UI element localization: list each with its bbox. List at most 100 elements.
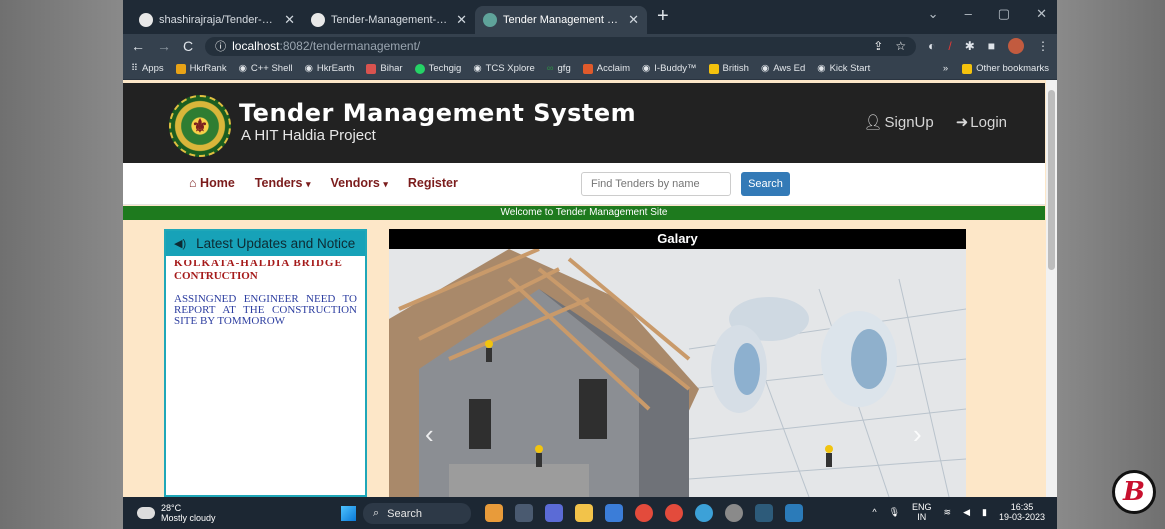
nav-vendors-dropdown[interactable]: Vendors ▾ [331, 176, 388, 190]
wifi-icon[interactable]: ≋ [944, 507, 952, 518]
profile-avatar[interactable] [1008, 38, 1024, 54]
bookmark-apps[interactable]: ⠿ Apps [131, 63, 164, 74]
tab-github-repo[interactable]: shashirajraja/Tender-Manageme ✕ [131, 6, 303, 34]
gallery-image [389, 249, 966, 497]
windows-taskbar: 28°C Mostly cloudy ⌕ Search ^ 🎙︎ ENG IN ≋ … [123, 497, 1057, 529]
notice-panel: ◀︎) Latest Updates and Notice KOLKATA-HA… [164, 229, 367, 497]
maximize-button[interactable]: ▢ [998, 6, 1010, 22]
share-icon[interactable]: ⇪ [873, 39, 883, 53]
info-icon: ⓘ [215, 41, 227, 53]
url-host: localhost [232, 39, 280, 53]
bookmark-bihar[interactable]: Bihar [366, 63, 403, 74]
settings-icon[interactable] [725, 504, 743, 522]
minimize-button[interactable]: – [965, 6, 972, 22]
tab-tender-management[interactable]: Tender Management System ✕ [475, 6, 647, 34]
scrollbar-thumb[interactable] [1048, 90, 1055, 270]
tab-github-file[interactable]: Tender-Management-System/ho ✕ [303, 6, 475, 34]
other-bookmarks-folder[interactable]: Other bookmarks [962, 63, 1049, 74]
github-icon [311, 13, 325, 27]
app-icon[interactable] [485, 504, 503, 522]
channel-logo: B [1112, 470, 1156, 514]
nav-register[interactable]: Register [408, 176, 458, 190]
notice-title[interactable]: CONTRUCTION [174, 270, 357, 282]
extension-icon-red[interactable]: / [948, 39, 951, 53]
gallery-next-arrow[interactable]: › [913, 419, 922, 450]
tab-title: Tender-Management-System/ho [331, 14, 450, 26]
back-icon[interactable]: ← [131, 38, 145, 54]
page-scrollbar[interactable] [1046, 80, 1057, 497]
notice-header: ◀︎) Latest Updates and Notice [166, 231, 365, 256]
volume-icon[interactable]: ◀︎ [963, 507, 970, 518]
bookmark-cpp-shell[interactable]: ◉ C++ Shell [239, 63, 293, 74]
close-window-button[interactable]: ✕ [1036, 6, 1047, 22]
bookmark-tcs-xplore[interactable]: ◉ TCS Xplore [473, 63, 534, 74]
task-view-icon[interactable] [515, 504, 533, 522]
sidepanel-icon[interactable]: ■ [988, 39, 995, 53]
tab-strip: shashirajraja/Tender-Manageme ✕ Tender-M… [123, 0, 1057, 34]
reload-icon[interactable]: C [183, 38, 193, 54]
page-viewport: ⚜ Tender Management System A HIT Haldia … [123, 80, 1057, 497]
mic-icon[interactable]: 🎙︎ [889, 507, 900, 518]
nav-tenders-dropdown[interactable]: Tenders ▾ [255, 176, 311, 190]
search-button[interactable]: Search [741, 172, 790, 196]
welcome-banner: Welcome to Tender Management Site [123, 206, 1045, 220]
chrome-icon[interactable] [665, 504, 683, 522]
bookmark-british[interactable]: British [708, 63, 749, 74]
login-link[interactable]: ➜ Login [955, 113, 1007, 132]
teams-icon[interactable] [545, 504, 563, 522]
bookmark-star-icon[interactable]: ☆ [895, 39, 906, 53]
edge-icon[interactable] [695, 504, 713, 522]
forward-icon[interactable]: → [157, 38, 171, 54]
bookmark-hkrearth[interactable]: ◉ HkrEarth [305, 63, 355, 74]
terminal-icon[interactable] [755, 504, 773, 522]
gallery-heading: Galary [389, 229, 966, 249]
hackerrank-icon [175, 63, 186, 74]
globe-icon: ◉ [238, 63, 247, 74]
close-icon[interactable]: ✕ [456, 12, 467, 28]
notice-scrolling-title: KOLKATA-HALDIA BRIDGE [174, 260, 343, 268]
address-bar: ← → C ⓘ localhost:8082/tendermanagement/… [123, 34, 1057, 58]
bookmark-hkrrank[interactable]: HkrRank [175, 63, 227, 74]
british-icon [708, 63, 719, 74]
url-input[interactable]: ⓘ localhost:8082/tendermanagement/ ⇪ ☆ [205, 36, 917, 56]
battery-icon[interactable]: ▮ [982, 507, 987, 518]
vscode-icon[interactable] [785, 504, 803, 522]
home-icon: ⌂ [189, 176, 197, 190]
gallery-prev-arrow[interactable]: ‹ [425, 419, 434, 450]
extension-icon[interactable]: ◐ [928, 39, 935, 53]
globe-icon: ◉ [817, 63, 826, 74]
bookmark-kick-start[interactable]: ◉ Kick Start [817, 63, 870, 74]
tray-overflow-icon[interactable]: ^ [872, 507, 876, 517]
tab-search-icon[interactable]: ⌄ [928, 6, 939, 22]
clock[interactable]: 16:35 19-03-2023 [999, 502, 1045, 522]
chrome-icon[interactable] [635, 504, 653, 522]
menu-icon[interactable]: ⋮ [1037, 39, 1049, 53]
tender-search-input[interactable] [581, 172, 731, 196]
gfg-icon: ∞ [546, 63, 554, 74]
nav-home[interactable]: ⌂ Home [189, 176, 235, 190]
close-icon[interactable]: ✕ [628, 12, 639, 28]
file-explorer-icon[interactable] [575, 504, 593, 522]
close-icon[interactable]: ✕ [284, 12, 295, 28]
caret-down-icon: ▾ [305, 179, 311, 189]
window-controls: ⌄ – ▢ ✕ [928, 6, 1047, 22]
bookmark-aws-ed[interactable]: ◉ Aws Ed [761, 63, 805, 74]
bookmark-ibuddy[interactable]: ◉ I-Buddy™ [642, 63, 697, 74]
more-bookmarks-button[interactable]: » [943, 63, 948, 74]
taskbar-apps [485, 504, 803, 522]
puzzle-icon[interactable]: ✱ [965, 39, 975, 53]
store-icon[interactable] [605, 504, 623, 522]
bookmark-techgig[interactable]: Techgig [414, 63, 461, 74]
login-icon: ➜ [955, 114, 969, 131]
signup-link[interactable]: 👤︎ SignUp [863, 113, 933, 132]
start-button[interactable] [341, 506, 356, 521]
weather-widget[interactable]: 28°C Mostly cloudy [135, 503, 216, 523]
globe-icon: ◉ [642, 63, 651, 74]
globe-icon: ◉ [304, 63, 313, 74]
bookmark-gfg[interactable]: ∞ gfg [547, 63, 571, 74]
bookmark-acclaim[interactable]: Acclaim [582, 63, 630, 74]
language-indicator[interactable]: ENG IN [912, 502, 932, 522]
taskbar-search[interactable]: ⌕ Search [363, 503, 471, 524]
new-tab-button[interactable]: + [647, 2, 679, 34]
cloud-sun-icon [135, 503, 155, 519]
